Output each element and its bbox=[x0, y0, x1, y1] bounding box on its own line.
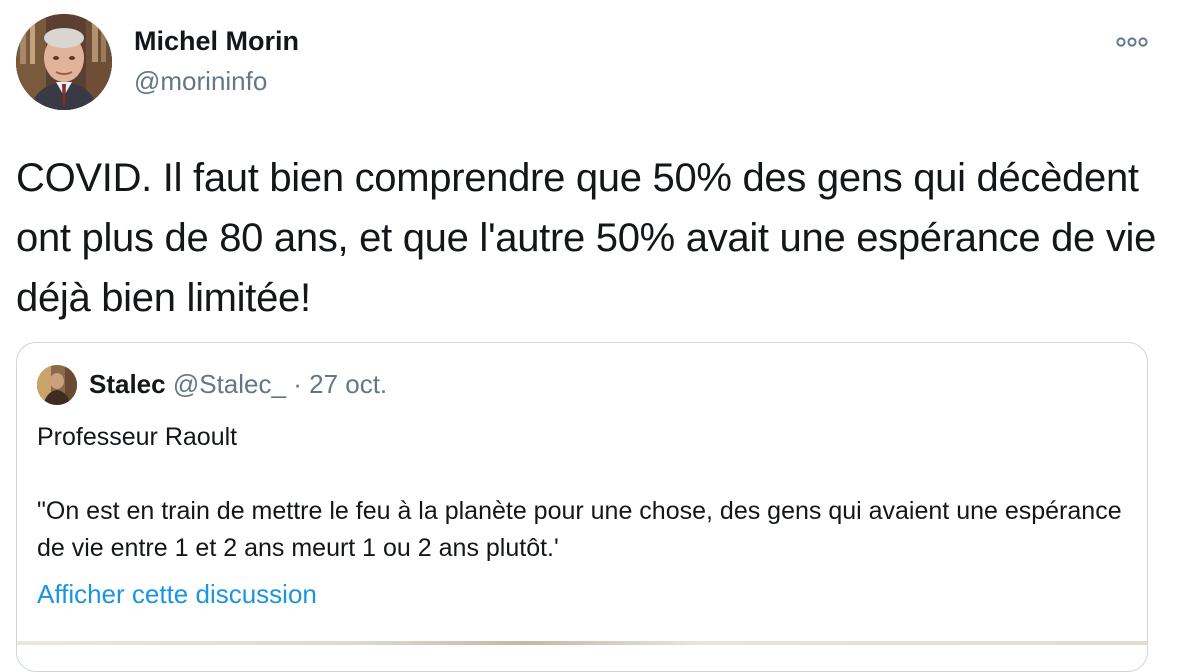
quoted-author-avatar bbox=[37, 365, 77, 405]
tweet-text: COVID. Il faut bien comprendre que 50% d… bbox=[16, 156, 1157, 320]
quoted-author-handle: @Stalec_ bbox=[172, 369, 286, 399]
tweet: Michel Morin @morininfo COVID. Il faut b… bbox=[0, 0, 1184, 672]
show-thread-link[interactable]: Afficher cette discussion bbox=[37, 579, 317, 610]
author-name[interactable]: Michel Morin bbox=[134, 26, 299, 57]
quoted-author-name: Stalec bbox=[89, 369, 166, 399]
quoted-text-line-2: "On est en train de mettre le feu à la p… bbox=[37, 497, 1122, 562]
more-options-button[interactable] bbox=[1112, 28, 1152, 56]
author-handle[interactable]: @morininfo bbox=[134, 66, 267, 97]
quoted-text-line-1: Professeur Raoult bbox=[37, 423, 238, 451]
more-horizontal-icon bbox=[1116, 37, 1148, 47]
quoted-tweet-date: 27 oct. bbox=[309, 369, 388, 399]
quoted-tweet-text: Professeur Raoult "On est en train de me… bbox=[37, 419, 1127, 567]
quoted-tweet-header: Stalec @Stalec_ · 27 oct. bbox=[89, 369, 387, 400]
quoted-media-preview bbox=[17, 641, 1147, 645]
quoted-tweet-card[interactable]: Stalec @Stalec_ · 27 oct. Professeur Rao… bbox=[16, 342, 1148, 672]
separator-dot: · bbox=[293, 369, 302, 399]
author-avatar[interactable] bbox=[16, 14, 112, 110]
